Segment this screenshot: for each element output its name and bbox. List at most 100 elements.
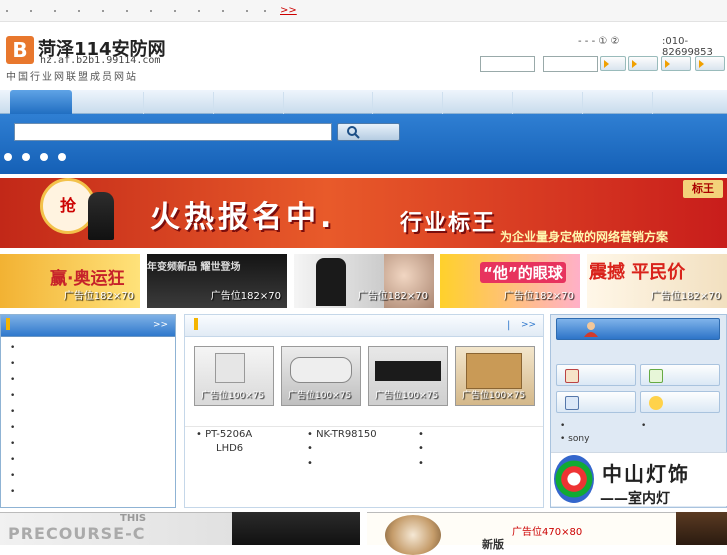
- ad-text: 赢·奥运狂: [50, 269, 125, 289]
- bottom-left-small-text: THIS: [120, 513, 147, 524]
- search-button[interactable]: [337, 123, 400, 141]
- search-icon: [347, 126, 360, 139]
- bottom-left-person: [232, 512, 360, 545]
- nav-tab[interactable]: [213, 92, 283, 114]
- slide-dot[interactable]: [22, 153, 30, 161]
- list-item[interactable]: •: [10, 375, 15, 385]
- ad-suit-image: [316, 258, 346, 306]
- list-item[interactable]: •: [10, 359, 15, 369]
- list-item[interactable]: •: [641, 421, 646, 431]
- bottom-right-person: [676, 512, 727, 545]
- header-phone: :010-82699853: [662, 36, 713, 58]
- product-card[interactable]: 广告位100×75: [194, 346, 274, 406]
- ad-slot-2[interactable]: 年变频新品 耀世登场 广告位182×70: [147, 254, 287, 308]
- mid-panel: [184, 314, 544, 508]
- top-dot: [246, 10, 248, 12]
- nav-tab[interactable]: [582, 92, 652, 114]
- list-item[interactable]: •: [10, 455, 15, 465]
- product-card[interactable]: 广告位100×75: [281, 346, 361, 406]
- mid-panel-more-link[interactable]: >>: [521, 320, 536, 330]
- list-item[interactable]: •: [10, 471, 15, 481]
- ad-slot-4[interactable]: “他”的眼球 广告位182×70: [440, 254, 580, 308]
- header-button-1[interactable]: [600, 56, 626, 71]
- arrow-icon: [604, 60, 609, 68]
- ad-slot-3[interactable]: 广告位182×70: [294, 254, 434, 308]
- right-button[interactable]: [640, 364, 720, 386]
- list-item[interactable]: •: [10, 391, 15, 401]
- login-username-field[interactable]: [480, 56, 535, 72]
- top-dot: [6, 10, 8, 12]
- list-item[interactable]: •: [307, 458, 313, 469]
- ad-label: 广告位182×70: [210, 291, 281, 302]
- nav-tab[interactable]: [442, 92, 512, 114]
- logo-subtitle: 中国行业网联盟成员网站: [6, 72, 138, 83]
- product-image: [290, 357, 352, 383]
- login-password-field[interactable]: [543, 56, 598, 72]
- nav-tab[interactable]: [372, 92, 442, 114]
- header-button-4[interactable]: [695, 56, 725, 71]
- banner-person: [88, 192, 114, 240]
- top-dot: [102, 10, 104, 12]
- list-item-sony[interactable]: • sony: [560, 434, 589, 444]
- product-label: 广告位100×75: [201, 391, 265, 401]
- banner-title: 行业标王: [400, 211, 497, 236]
- left-panel-more-link[interactable]: >>: [153, 320, 168, 330]
- ad-slot-1[interactable]: 赢·奥运狂 广告位182×70: [0, 254, 140, 308]
- top-dot: [78, 10, 80, 12]
- user-icon: [584, 322, 598, 337]
- list-item[interactable]: •: [418, 443, 424, 454]
- right-ad-logo: [554, 455, 594, 503]
- list-item[interactable]: •: [10, 439, 15, 449]
- logo-icon: B: [6, 36, 34, 64]
- product-card[interactable]: 广告位100×75: [368, 346, 448, 406]
- list-item[interactable]: •: [10, 423, 15, 433]
- top-dot: [174, 10, 176, 12]
- nav-tab[interactable]: [143, 92, 213, 114]
- list-item[interactable]: • PT-5206A: [196, 429, 252, 440]
- slide-dot[interactable]: [4, 153, 12, 161]
- logo-url: hz.af.b2b1.99114.com: [40, 55, 161, 66]
- top-more-link[interactable]: >>: [280, 5, 297, 16]
- top-dot: [264, 10, 266, 12]
- top-dot: [222, 10, 224, 12]
- product-card[interactable]: 广告位100×75: [455, 346, 535, 406]
- list-item[interactable]: •: [560, 421, 565, 431]
- panel-marker: [6, 318, 10, 330]
- document-icon: [649, 369, 663, 383]
- nav-tab[interactable]: [652, 92, 727, 114]
- header-links[interactable]: - - - ① ②: [578, 36, 619, 47]
- list-item[interactable]: • NK-TR98150: [307, 429, 377, 440]
- product-label: 广告位100×75: [288, 391, 352, 401]
- slide-dot[interactable]: [58, 153, 66, 161]
- slide-dot[interactable]: [40, 153, 48, 161]
- left-panel: [0, 314, 176, 508]
- list-item[interactable]: •: [10, 343, 15, 353]
- coin-icon: [649, 396, 663, 410]
- header-button-3[interactable]: [661, 56, 691, 71]
- search-input[interactable]: [14, 123, 332, 141]
- ad-label: 广告位182×70: [503, 291, 574, 302]
- mid-divider: [185, 426, 543, 427]
- right-ad-text: 中山灯饰: [602, 462, 690, 486]
- right-ad-subtext: ——室内灯: [600, 491, 670, 507]
- list-item[interactable]: •: [307, 443, 313, 454]
- header-button-2[interactable]: [628, 56, 658, 71]
- banner-badge-text: 抢: [59, 196, 76, 215]
- list-item[interactable]: •: [10, 487, 15, 497]
- nav-tab[interactable]: [512, 92, 582, 114]
- right-button[interactable]: [556, 364, 636, 386]
- arrow-icon: [632, 60, 637, 68]
- nav-tab[interactable]: [283, 92, 353, 114]
- list-item[interactable]: •: [418, 458, 424, 469]
- right-button[interactable]: [556, 391, 636, 413]
- right-button[interactable]: [640, 391, 720, 413]
- product-image: [375, 361, 441, 381]
- nav-tab-home[interactable]: [10, 90, 72, 115]
- list-item[interactable]: •: [418, 429, 424, 440]
- top-dot: [30, 10, 32, 12]
- top-dot: [54, 10, 56, 12]
- ad-slot-5[interactable]: 震撼 平民价 广告位182×70: [587, 254, 727, 308]
- list-item[interactable]: LHD6: [216, 443, 243, 454]
- list-item[interactable]: •: [10, 407, 15, 417]
- top-dot: [126, 10, 128, 12]
